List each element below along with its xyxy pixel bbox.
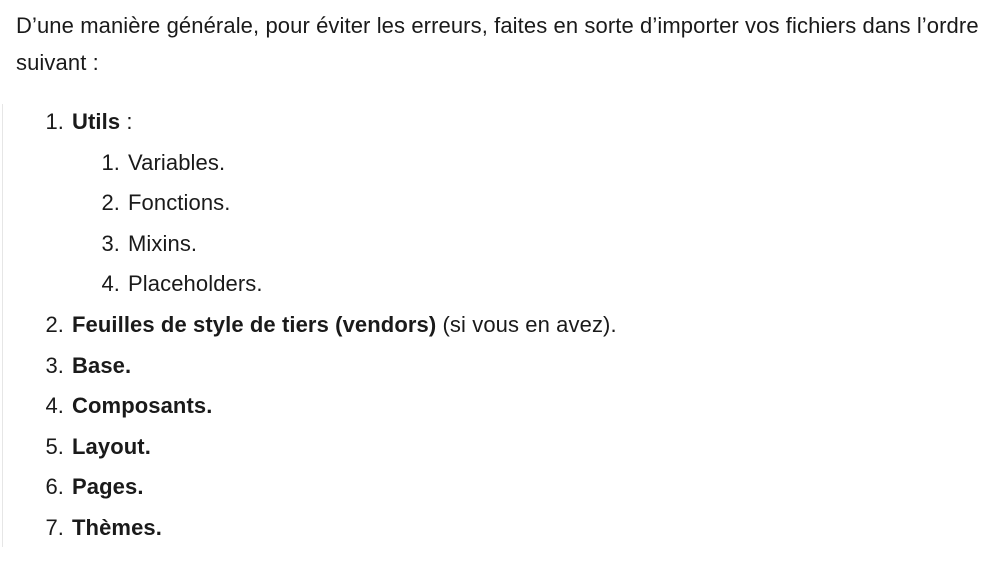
sublist-item-text: Placeholders.	[128, 271, 263, 297]
list-item-number: 7.	[45, 514, 64, 540]
sublist-item-mixins: 3. Mixins.	[0, 224, 1008, 265]
sublist-item-variables: 1. Variables.	[0, 143, 1008, 184]
list-item-number: 2.	[45, 311, 64, 337]
sublist-item-number: 3.	[101, 230, 120, 256]
list-item-base: 3. Base.	[0, 346, 1008, 387]
list-item-vendors: 2. Feuilles de style de tiers (vendors) (…	[0, 305, 1008, 346]
sublist-item-number: 1.	[101, 149, 120, 175]
list-item-number: 5.	[45, 433, 64, 459]
sublist-item-placeholders: 4. Placeholders.	[0, 264, 1008, 305]
import-order-list-container: 1. Utils : 1. Variables. 2. Fonctions. 3. Mi…	[0, 102, 1008, 549]
list-item-layout: 5. Layout.	[0, 427, 1008, 468]
list-item-pages: 6. Pages.	[0, 467, 1008, 508]
sublist-item-fonctions: 2. Fonctions.	[0, 183, 1008, 224]
list-item-number: 3.	[45, 352, 64, 378]
list-item-themes: 7. Thèmes.	[0, 508, 1008, 549]
list-item-number: 6.	[45, 474, 64, 500]
list-item-bold-text: Feuilles de style de tiers (vendors)	[72, 311, 437, 337]
sublist-item-text: Mixins.	[128, 230, 198, 256]
intro-paragraph: D’une manière générale, pour éviter les …	[16, 13, 979, 75]
import-order-list: 1. Utils : 1. Variables. 2. Fonctions. 3. Mi…	[0, 102, 1008, 549]
list-item-bold-text: Base.	[72, 352, 132, 378]
list-item-number: 1.	[45, 109, 64, 134]
list-item-bold-text: Pages.	[72, 474, 144, 500]
list-item-bold-text: Composants.	[72, 393, 213, 419]
list-item-suffix: (si vous en avez).	[436, 311, 617, 337]
sublist-item-number: 2.	[101, 190, 120, 216]
page: D’une manière générale, pour éviter les …	[0, 0, 1008, 565]
list-item-bold-text: Layout.	[72, 433, 151, 459]
list-item-suffix: :	[120, 109, 133, 134]
list-item-number: 4.	[45, 393, 64, 419]
sublist-item-text: Variables.	[128, 149, 226, 175]
utils-sublist: 1. Variables. 2. Fonctions. 3. Mixins. 4. Pl…	[72, 143, 1008, 305]
sublist-item-number: 4.	[101, 271, 120, 297]
list-item-bold-text: Thèmes.	[72, 514, 162, 540]
list-item-utils: 1. Utils : 1. Variables. 2. Fonctions. 3. Mi…	[0, 102, 1008, 305]
list-item-composants: 4. Composants.	[0, 386, 1008, 427]
sublist-item-text: Fonctions.	[128, 190, 231, 216]
list-item-bold-text: Utils	[72, 109, 121, 134]
